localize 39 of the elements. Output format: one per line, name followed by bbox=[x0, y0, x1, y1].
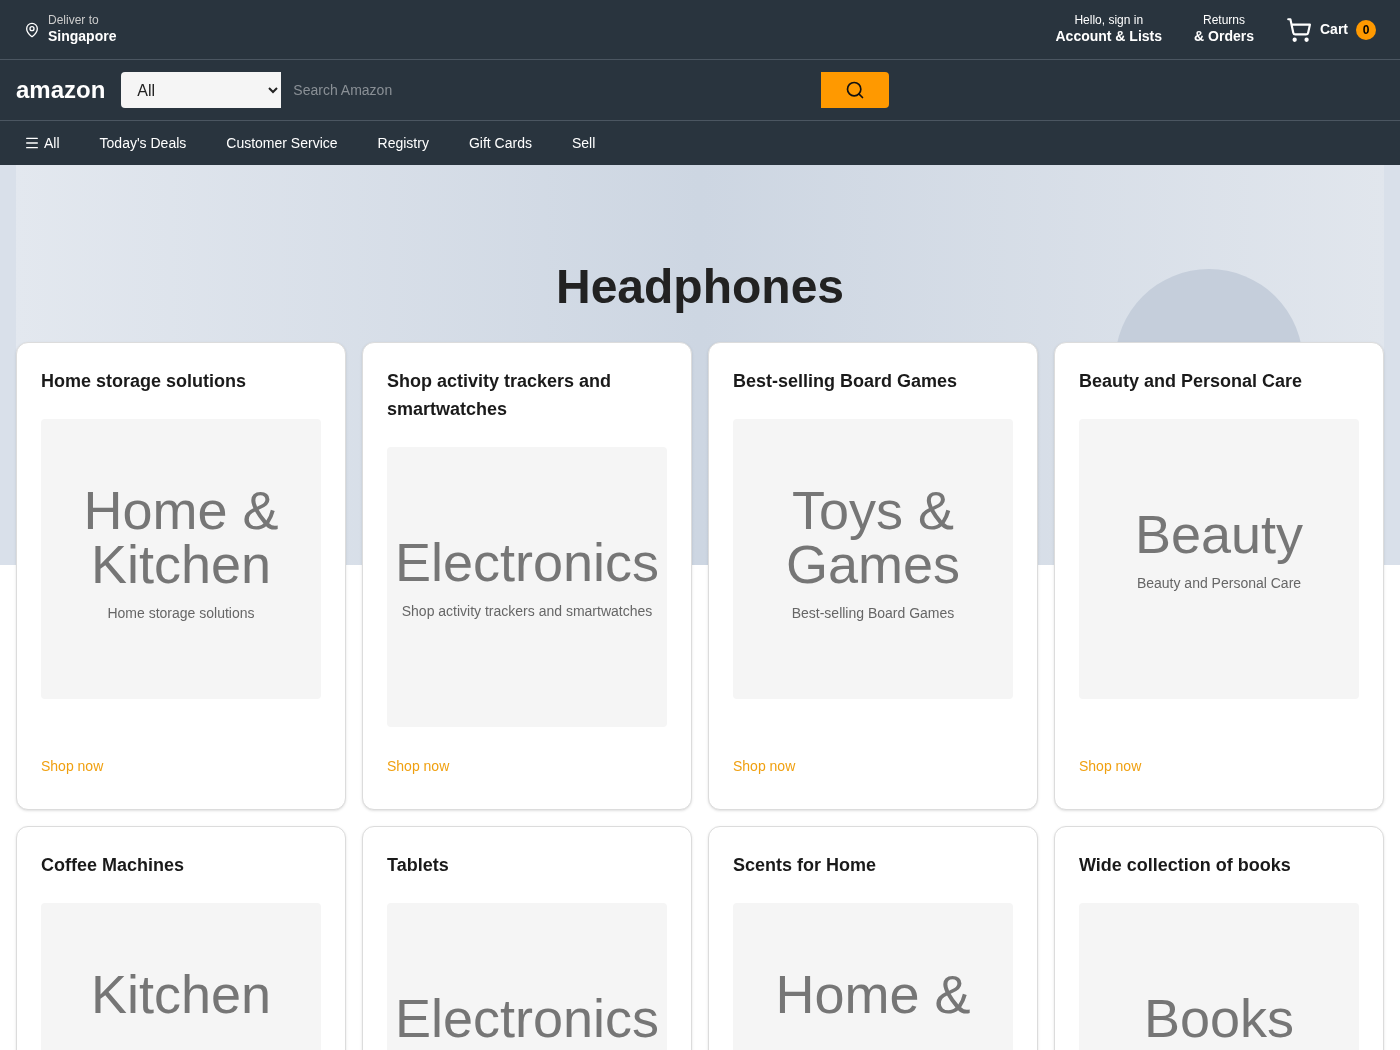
card-title: Beauty and Personal Care bbox=[1079, 370, 1304, 393]
card-title: Wide collection of books bbox=[1079, 854, 1292, 877]
category-label: Kitchen bbox=[90, 967, 272, 1021]
cart-count: 0 bbox=[1356, 19, 1376, 40]
nav-link[interactable]: Registry bbox=[377, 132, 429, 154]
card-title: Best-selling Board Games bbox=[733, 370, 959, 393]
orders-button[interactable]: Returns & Orders bbox=[1194, 13, 1254, 46]
search-icon bbox=[845, 80, 866, 100]
category-label: Books bbox=[1143, 991, 1295, 1045]
category-label: Electronics bbox=[394, 991, 660, 1045]
cart-button[interactable]: Cart 0 bbox=[1286, 16, 1376, 43]
category-caption: Best-selling Board Games bbox=[791, 604, 955, 623]
amazon-logo[interactable]: amazon bbox=[16, 72, 106, 108]
deliver-to-button[interactable]: Deliver to Singapore bbox=[48, 13, 117, 46]
card-title: Home storage solutions bbox=[41, 370, 248, 393]
category-caption: Home storage solutions bbox=[107, 604, 255, 623]
category-select[interactable]: All bbox=[121, 72, 282, 108]
card-title: Shop activity trackers and smartwatches bbox=[387, 370, 613, 421]
menu-icon bbox=[24, 135, 40, 151]
category-label: Home & bbox=[775, 967, 971, 1021]
search-field[interactable]: Search Amazon bbox=[281, 72, 822, 108]
search-button[interactable] bbox=[821, 72, 890, 108]
card-title: Scents for Home bbox=[733, 854, 878, 877]
cart-icon bbox=[1286, 16, 1312, 43]
location-pin-icon bbox=[24, 21, 40, 38]
nav-link[interactable]: Customer Service bbox=[226, 132, 338, 154]
hero-title: Headphones bbox=[555, 259, 844, 315]
category-caption: Shop activity trackers and smartwatches bbox=[401, 602, 653, 621]
card-title: Tablets bbox=[387, 854, 450, 877]
nav-link[interactable]: Sell bbox=[571, 132, 596, 154]
category-label: Kitchen bbox=[90, 537, 272, 591]
category-label: Home & bbox=[83, 483, 279, 537]
account-button[interactable]: Hello, sign in Account & Lists bbox=[1055, 13, 1163, 46]
nav-link[interactable]: Gift Cards bbox=[468, 132, 532, 154]
all-menu-button[interactable]: All bbox=[24, 132, 60, 154]
category-caption: Beauty and Personal Care bbox=[1136, 574, 1302, 593]
category-label: Electronics bbox=[394, 535, 660, 589]
nav-link[interactable]: Today's Deals bbox=[99, 132, 187, 154]
card-title: Coffee Machines bbox=[41, 854, 186, 877]
